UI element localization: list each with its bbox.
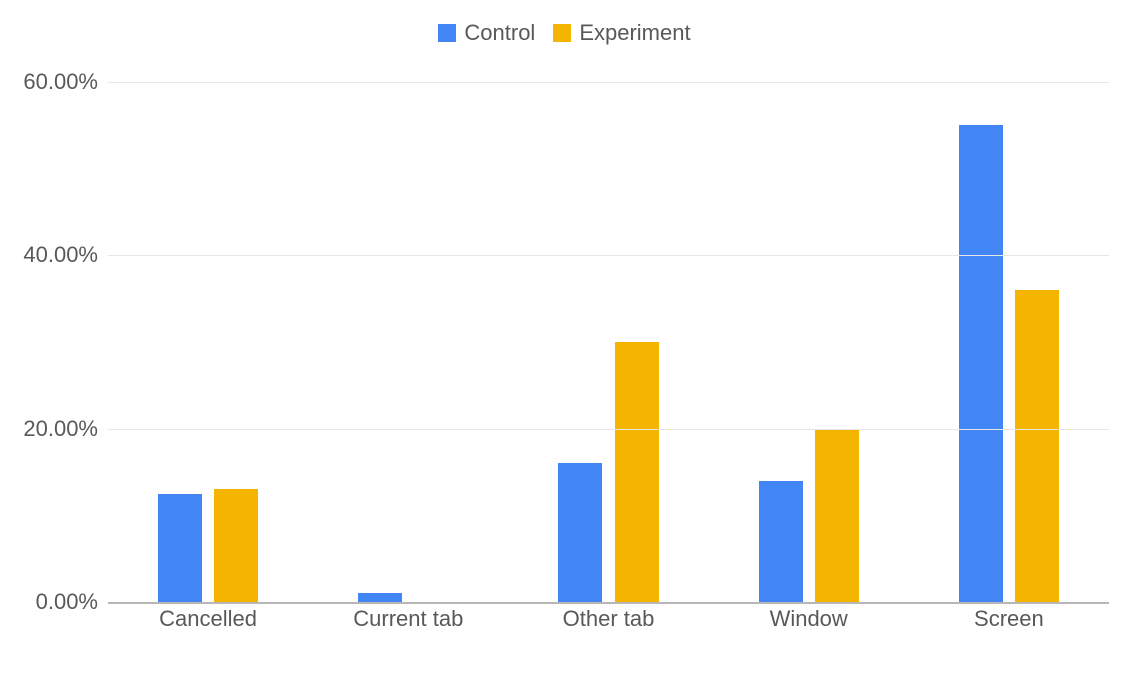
x-tick-label: Other tab <box>563 606 655 632</box>
bar <box>615 342 659 602</box>
x-axis-labels: Cancelled Current tab Other tab Window Scree… <box>108 602 1109 632</box>
y-tick-label: 0.00% <box>8 589 98 615</box>
legend-swatch-icon <box>553 24 571 42</box>
bar <box>558 463 602 602</box>
gridline <box>108 255 1109 256</box>
legend-item: Control <box>438 20 535 46</box>
x-tick-label: Window <box>770 606 848 632</box>
y-tick-label: 60.00% <box>8 69 98 95</box>
x-tick-label: Current tab <box>353 606 463 632</box>
plot-area-wrap: 0.00%20.00%40.00%60.00% Cancelled Current… <box>108 82 1109 632</box>
plot-area: 0.00%20.00%40.00%60.00% <box>108 82 1109 602</box>
bar <box>815 429 859 602</box>
gridline <box>108 429 1109 430</box>
gridline <box>108 82 1109 83</box>
bar <box>1015 290 1059 602</box>
y-tick-label: 20.00% <box>8 416 98 442</box>
bar <box>214 489 258 602</box>
x-tick-label: Cancelled <box>159 606 257 632</box>
bars-layer <box>108 82 1109 602</box>
grouped-bar-chart: ControlExperiment 0.00%20.00%40.00%60.00… <box>0 0 1129 682</box>
legend-label: Experiment <box>579 20 690 46</box>
legend-swatch-icon <box>438 24 456 42</box>
bar <box>158 494 202 602</box>
bar <box>759 481 803 602</box>
legend-item: Experiment <box>553 20 690 46</box>
x-tick-label: Screen <box>974 606 1044 632</box>
legend-label: Control <box>464 20 535 46</box>
bar <box>959 125 1003 602</box>
legend: Control Experiment <box>0 20 1129 46</box>
bar <box>358 593 402 602</box>
y-tick-label: 40.00% <box>8 242 98 268</box>
